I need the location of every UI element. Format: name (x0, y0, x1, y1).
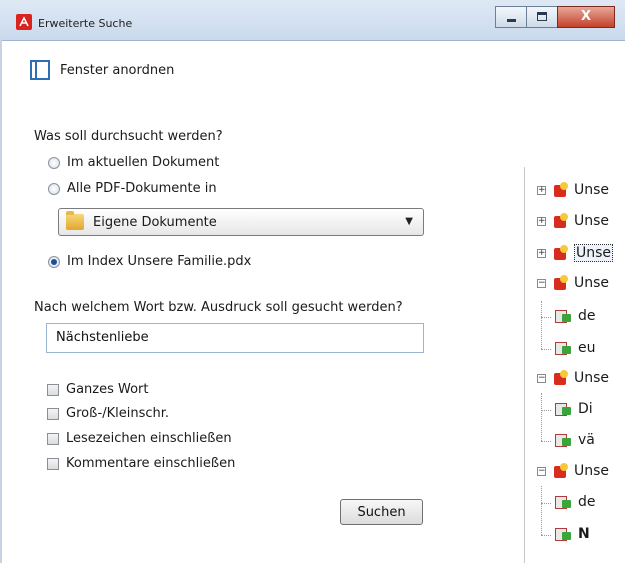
tree-document-node[interactable]: + Unse (537, 182, 609, 198)
radio-button[interactable] (48, 156, 60, 169)
minimize-icon (507, 19, 516, 22)
tree-node-label: de (578, 308, 596, 324)
tree-connector (541, 486, 542, 535)
pdf-document-icon (552, 463, 568, 479)
search-question: Nach welchem Wort bzw. Ausdruck soll ges… (34, 300, 403, 315)
arrange-windows-label: Fenster anordnen (60, 62, 175, 78)
window-title: Erweiterte Suche (38, 17, 133, 30)
arrange-windows-icon (30, 60, 50, 80)
tree-connector (541, 317, 551, 318)
radio-current-document[interactable]: Im aktuellen Dokument (48, 155, 219, 170)
pdf-document-icon (552, 370, 568, 386)
tree-connector (541, 441, 551, 442)
tree-node-label: eu (578, 340, 596, 356)
pdf-document-icon (552, 245, 568, 261)
results-tree[interactable]: + Unse + Unse + Unse − Unse de eu − Unse… (524, 167, 625, 563)
search-input[interactable] (46, 323, 424, 353)
acrobat-icon (16, 14, 32, 30)
radio-button-checked[interactable] (48, 255, 60, 268)
tree-node-label: Unse (574, 275, 610, 291)
collapse-icon[interactable]: − (537, 466, 546, 476)
radio-index[interactable]: Im Index Unsere Familie.pdx (48, 254, 251, 269)
checkbox[interactable] (47, 407, 59, 420)
checkbox-label: Lesezeichen einschließen (66, 431, 232, 446)
pdf-document-icon (552, 275, 568, 291)
tree-hit-node[interactable]: Di (553, 401, 593, 417)
folder-dropdown-value: Eigene Dokumente (93, 215, 217, 230)
search-hit-icon (553, 432, 573, 448)
tree-node-label: N (578, 526, 590, 542)
checkbox-label: Groß-/Kleinschr. (66, 406, 170, 421)
radio-button[interactable] (48, 182, 60, 195)
maximize-icon (537, 12, 547, 21)
tree-hit-node[interactable]: eu (553, 340, 596, 356)
tree-node-label: Unse (574, 370, 610, 386)
tree-connector (541, 301, 542, 349)
search-text-field[interactable] (47, 324, 386, 350)
tree-connector (541, 349, 551, 350)
pdf-document-icon (552, 182, 568, 198)
tree-document-node[interactable]: − Unse (537, 370, 609, 386)
tree-hit-node[interactable]: de (553, 494, 596, 510)
window-left-border (0, 40, 2, 563)
search-hit-icon (553, 401, 573, 417)
tree-hit-node[interactable]: de (553, 308, 596, 324)
radio-all-pdfs[interactable]: Alle PDF-Dokumente in (48, 181, 217, 196)
tree-connector (541, 535, 551, 536)
checkbox-whole-word[interactable]: Ganzes Wort (47, 382, 149, 397)
chevron-down-icon[interactable]: ▼ (405, 216, 413, 227)
collapse-icon[interactable]: − (537, 278, 546, 288)
tree-connector (541, 410, 551, 411)
maximize-button[interactable] (526, 6, 558, 28)
pdf-document-icon (552, 213, 568, 229)
tree-connector (541, 393, 542, 441)
radio-label: Im Index Unsere Familie.pdx (67, 254, 252, 269)
radio-label: Alle PDF-Dokumente in (67, 181, 217, 196)
tree-document-node[interactable]: + Unse (537, 213, 609, 229)
window-controls: X (495, 6, 615, 28)
tree-node-label: Unse (574, 463, 610, 479)
tree-hit-node[interactable]: vä (553, 432, 595, 448)
checkbox-case-sensitive[interactable]: Groß-/Kleinschr. (47, 406, 169, 421)
tree-node-label: Unse (574, 182, 610, 198)
scope-question: Was soll durchsucht werden? (34, 129, 223, 144)
expand-icon[interactable]: + (537, 216, 546, 226)
search-button[interactable]: Suchen (340, 499, 423, 525)
collapse-icon[interactable]: − (537, 373, 546, 383)
checkbox-include-bookmarks[interactable]: Lesezeichen einschließen (47, 431, 232, 446)
search-hit-icon (553, 494, 573, 510)
tree-document-node-selected[interactable]: + Unse (537, 244, 614, 262)
close-icon: X (580, 9, 592, 24)
title-bar: Erweiterte Suche X (0, 0, 625, 41)
checkbox-label: Ganzes Wort (66, 382, 149, 397)
tree-hit-node[interactable]: N (553, 526, 590, 542)
checkbox-include-comments[interactable]: Kommentare einschließen (47, 456, 235, 471)
tree-node-label: Di (578, 401, 593, 417)
search-hit-icon (553, 340, 573, 356)
search-hit-icon (553, 526, 573, 542)
tree-document-node[interactable]: − Unse (537, 275, 609, 291)
checkbox-label: Kommentare einschließen (66, 456, 236, 471)
search-hit-icon (553, 308, 573, 324)
tree-node-label: vä (578, 432, 595, 448)
close-button[interactable]: X (557, 6, 615, 28)
checkbox[interactable] (47, 383, 59, 396)
folder-icon (66, 211, 84, 230)
tree-node-label: de (578, 494, 596, 510)
tree-node-label: Unse (574, 213, 610, 229)
tree-connector (541, 503, 551, 504)
expand-icon[interactable]: + (537, 185, 546, 195)
tree-node-label: Unse (574, 244, 614, 262)
folder-dropdown[interactable]: Eigene Dokumente ▼ (58, 208, 424, 236)
radio-label: Im aktuellen Dokument (67, 155, 220, 170)
checkbox[interactable] (47, 457, 59, 470)
checkbox[interactable] (47, 432, 59, 445)
expand-icon[interactable]: + (537, 248, 546, 258)
arrange-windows-link[interactable]: Fenster anordnen (30, 60, 174, 80)
tree-document-node[interactable]: − Unse (537, 463, 609, 479)
minimize-button[interactable] (495, 6, 527, 28)
